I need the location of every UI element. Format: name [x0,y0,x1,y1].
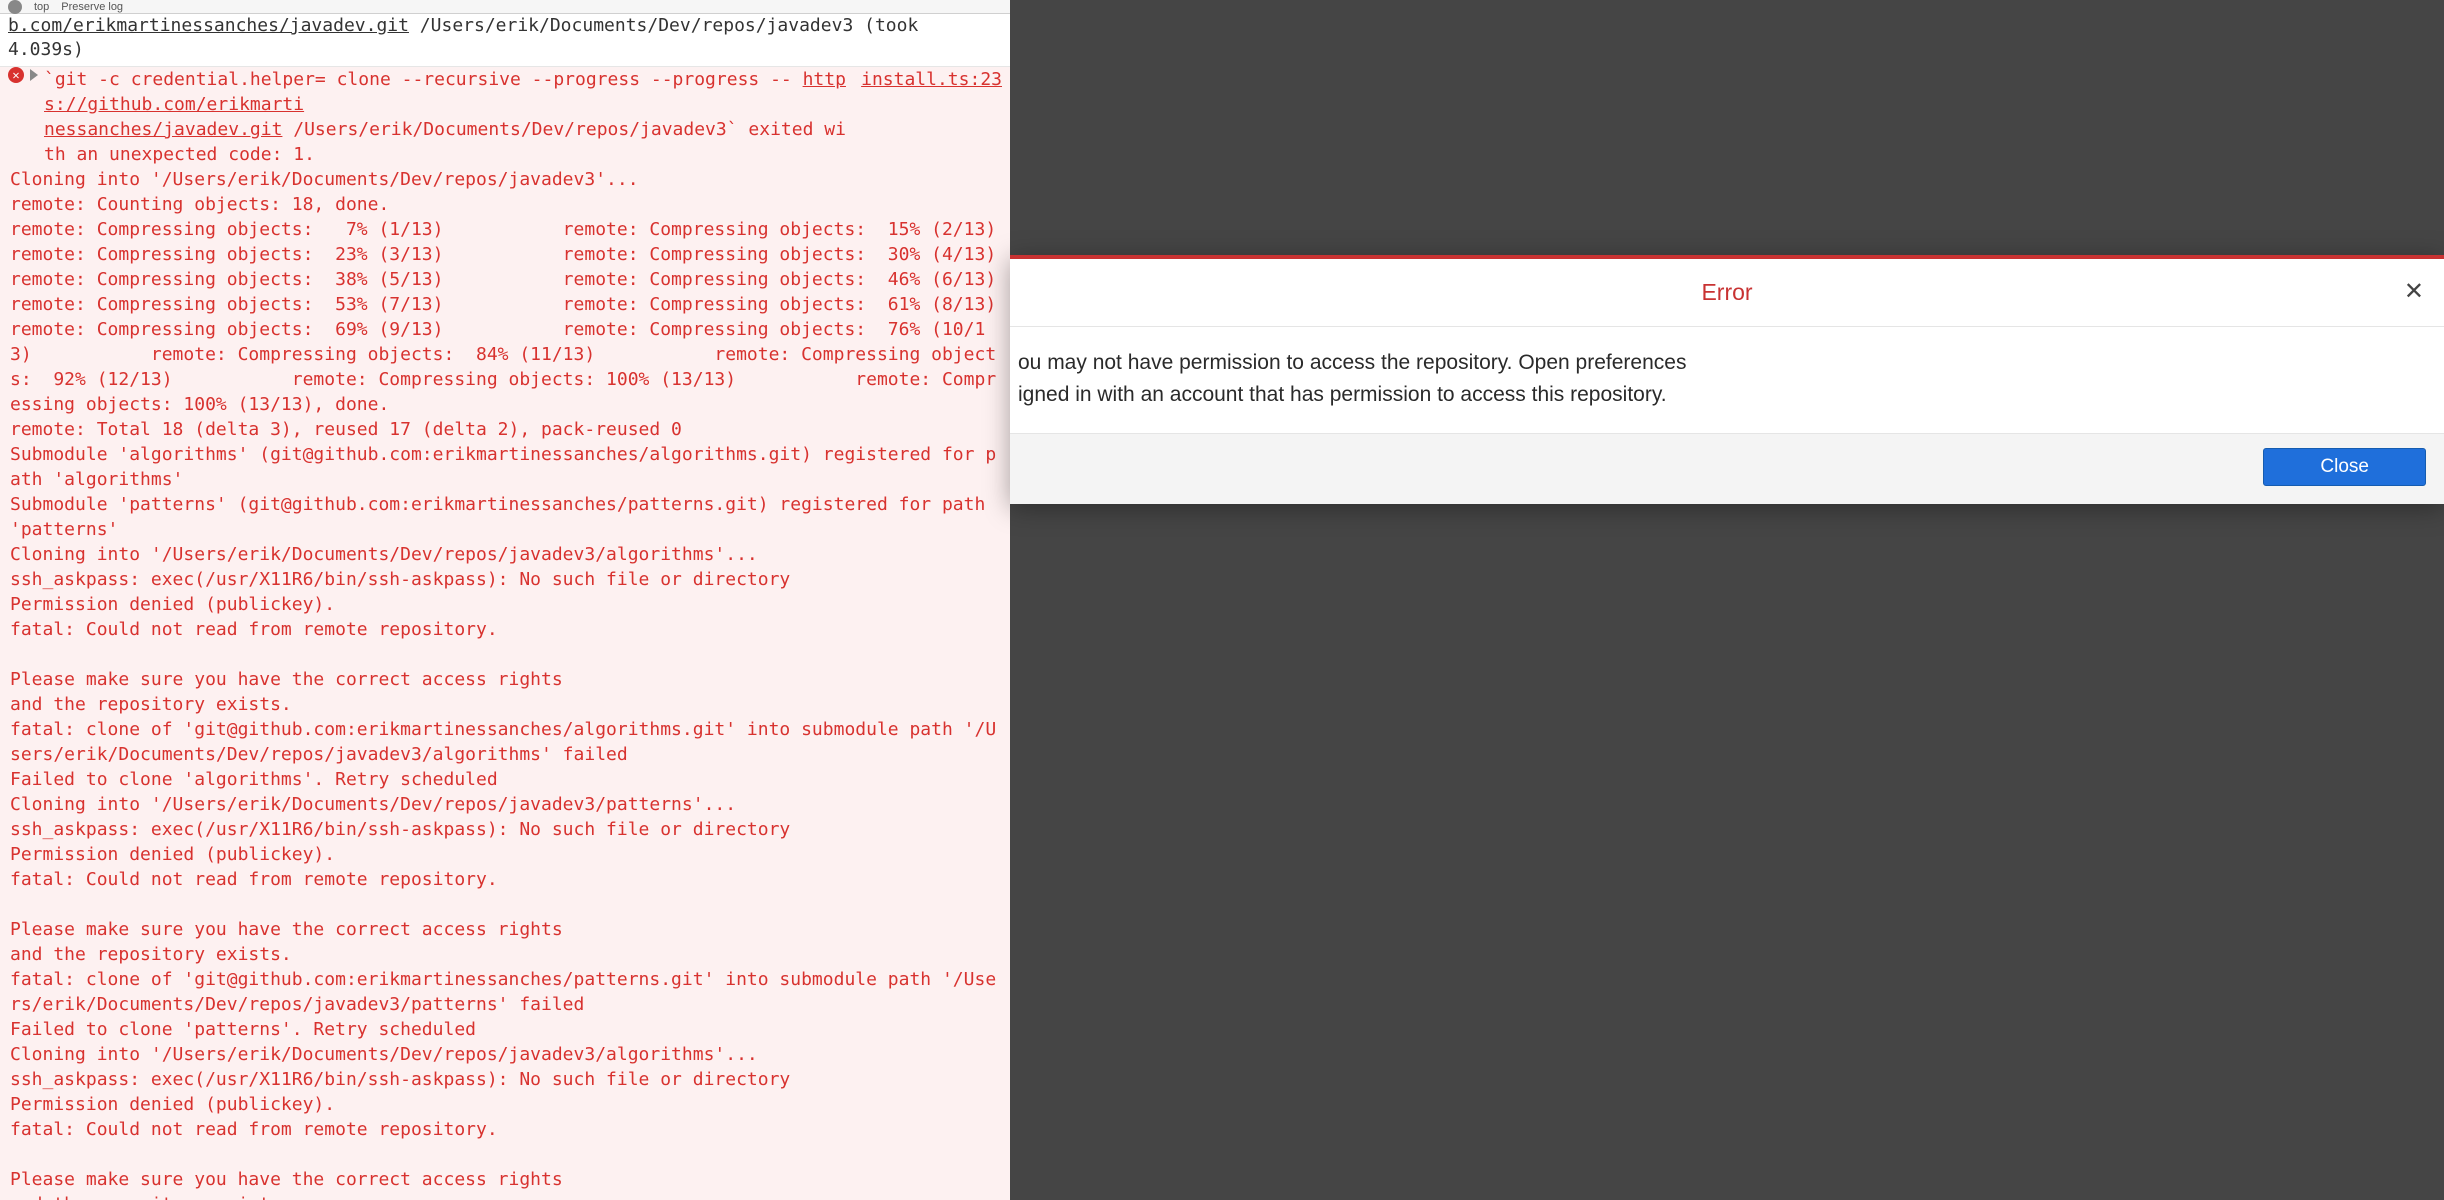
previous-cmd-url[interactable]: b.com/erikmartinessanches/javadev.git [8,15,409,36]
modal-header: Error ✕ [1010,259,2444,327]
dimmed-background [1010,0,2444,1200]
disclosure-triangle-icon[interactable] [30,69,38,81]
modal-body-line1: ou may not have permission to access the… [1010,347,2444,379]
error-icon: ✕ [8,67,24,83]
git-output-text: Cloning into '/Users/erik/Documents/Dev/… [8,167,1002,1200]
error-source-link[interactable]: install.ts:23 [849,67,1002,92]
devtools-console-panel: top Preserve log b.com/erikmartinessanch… [0,0,1010,1200]
modal-footer: Close [1010,433,2444,504]
console-error-entry: ✕ `git -c credential.helper= clone --rec… [0,67,1010,1200]
console-toolbar: top Preserve log [0,0,1010,14]
error-modal: Error ✕ ou may not have permission to ac… [1010,255,2444,504]
close-icon[interactable]: ✕ [2404,277,2424,306]
console-settings-icon[interactable] [8,0,22,14]
error-command-text: `git -c credential.helper= clone --recur… [44,67,849,167]
toolbar-preserve-log[interactable]: Preserve log [61,1,123,13]
modal-body-line2: igned in with an account that has permis… [1010,379,2444,411]
modal-title: Error [1701,279,1752,306]
previous-console-entry[interactable]: b.com/erikmartinessanches/javadev.git /U… [0,14,1010,67]
close-button[interactable]: Close [2263,448,2426,486]
console-error-header[interactable]: ✕ `git -c credential.helper= clone --rec… [8,67,1002,167]
modal-body: ou may not have permission to access the… [1010,327,2444,433]
toolbar-context[interactable]: top [34,1,49,13]
